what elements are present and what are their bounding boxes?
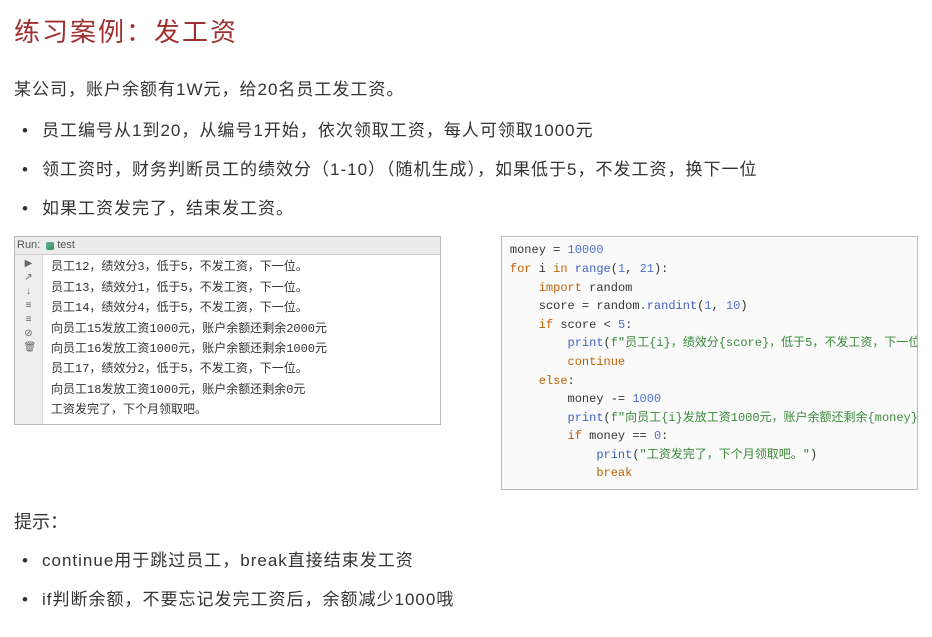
console-line: 向员工16发放工资1000元，账户余额还剩余1000元: [51, 339, 434, 359]
code-sample-panel: money = 10000 for i in range(1, 21): imp…: [501, 236, 918, 490]
hints-heading: 提示：: [14, 508, 918, 537]
console-line: 员工17，绩效分2，低于5，不发工资，下一位。: [51, 359, 434, 379]
list-item: 如果工资发完了，结束发工资。: [14, 195, 918, 222]
intro-text: 某公司，账户余额有1W元，给20名员工发工资。: [14, 76, 918, 103]
list-item: 领工资时，财务判断员工的绩效分（1-10）（随机生成），如果低于5，不发工资，换…: [14, 156, 918, 183]
page-title: 练习案例：发工资: [14, 12, 918, 54]
console-line: 向员工15发放工资1000元，账户余额还剩余2000元: [51, 319, 434, 339]
hints-list: continue用于跳过员工，break直接结束发工资 if判断余额，不要忘记发…: [14, 547, 918, 613]
console-gutter: ▶ ↗ ↓ ≡ ≡ ⊘ 🗑: [15, 255, 43, 424]
console-tabbar: Run: test: [15, 237, 440, 255]
console-line: 工资发完了，下个月领取吧。: [51, 400, 434, 420]
run-label: Run:: [17, 237, 40, 255]
wrap-icon[interactable]: ≡: [24, 301, 34, 311]
print-icon[interactable]: ≡: [24, 315, 34, 325]
run-tab-name: test: [57, 237, 75, 255]
requirement-list: 员工编号从1到20，从编号1开始，依次领取工资，每人可领取1000元 领工资时，…: [14, 117, 918, 223]
list-item: if判断余额，不要忘记发完工资后，余额减少1000哦: [14, 586, 918, 613]
console-line: 员工13，绩效分1，低于5，不发工资，下一位。: [51, 278, 434, 298]
play-icon[interactable]: ▶: [24, 259, 34, 269]
jump-icon[interactable]: ↗: [24, 273, 34, 283]
example-panels: Run: test ▶ ↗ ↓ ≡ ≡ ⊘ 🗑 员工12，绩效分3，低于5，不发…: [14, 236, 918, 490]
trash-icon[interactable]: 🗑: [24, 343, 34, 353]
console-output-panel: Run: test ▶ ↗ ↓ ≡ ≡ ⊘ 🗑 员工12，绩效分3，低于5，不发…: [14, 236, 441, 425]
step-icon[interactable]: ↓: [24, 287, 34, 297]
list-item: 员工编号从1到20，从编号1开始，依次领取工资，每人可领取1000元: [14, 117, 918, 144]
list-item: continue用于跳过员工，break直接结束发工资: [14, 547, 918, 574]
run-config-icon: [46, 242, 54, 250]
stop-icon[interactable]: ⊘: [24, 329, 34, 339]
console-output: 员工12，绩效分3，低于5，不发工资，下一位。 员工13，绩效分1，低于5，不发…: [43, 255, 440, 424]
console-line: 员工12，绩效分3，低于5，不发工资，下一位。: [51, 257, 434, 277]
console-line: 员工14，绩效分4，低于5，不发工资，下一位。: [51, 298, 434, 318]
console-line: 向员工18发放工资1000元，账户余额还剩余0元: [51, 380, 434, 400]
